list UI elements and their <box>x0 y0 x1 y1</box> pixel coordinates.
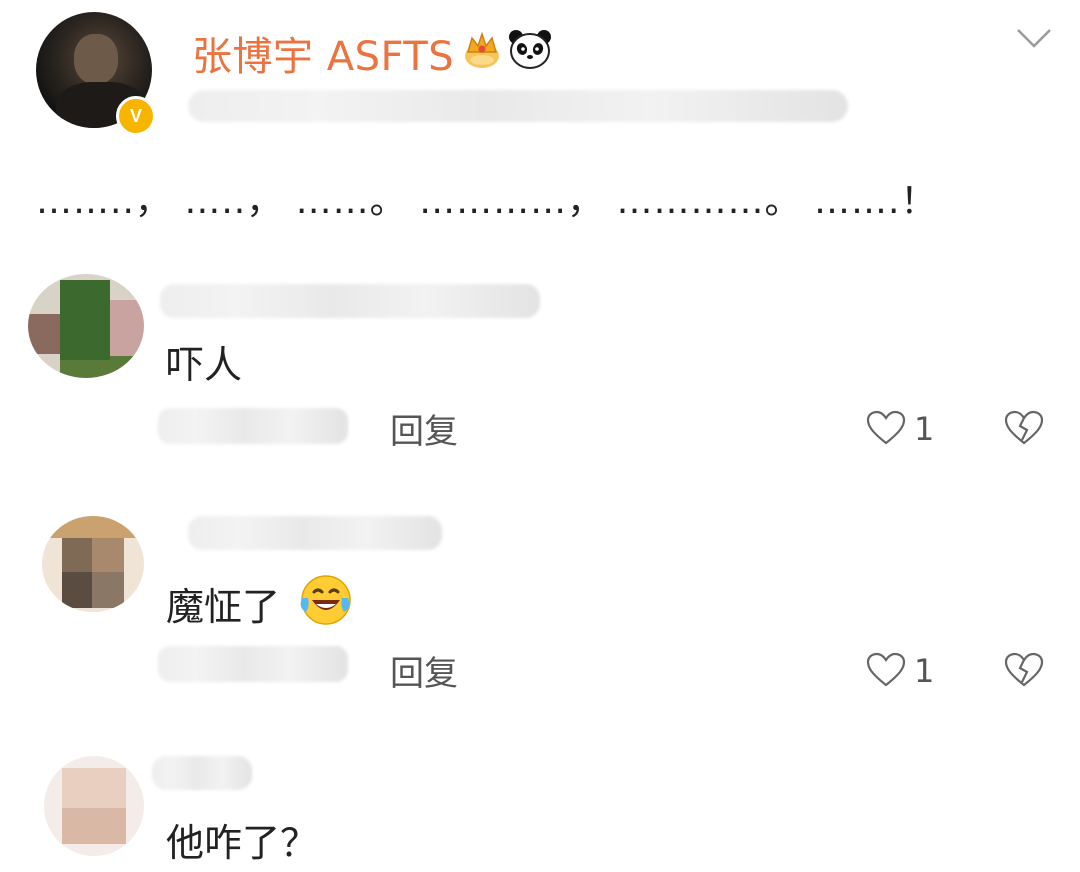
chevron-down-icon[interactable] <box>1014 26 1054 50</box>
verified-badge-icon: V <box>116 96 156 136</box>
reply-button[interactable]: 回复 <box>390 404 458 453</box>
crown-icon <box>465 31 499 68</box>
commenter-avatar[interactable] <box>28 274 144 378</box>
commenter-name-blurred[interactable] <box>188 516 442 550</box>
comment-text: 他咋了？ <box>166 821 319 865</box>
commenter-name-blurred[interactable] <box>152 756 252 790</box>
like-heart-icon[interactable] <box>866 652 906 688</box>
author-name[interactable]: 张博宇 ASFTS <box>192 24 454 82</box>
comment-text: 魔怔了 <box>166 585 281 629</box>
comment-text: 吓人 <box>166 343 243 387</box>
commenter-name-blurred[interactable] <box>160 284 540 318</box>
broken-heart-icon[interactable] <box>1004 652 1044 688</box>
panda-icon <box>509 30 551 69</box>
like-count: 1 <box>914 652 935 690</box>
comment-time-blurred <box>158 646 348 682</box>
avatar-face <box>74 34 118 84</box>
post-body: ……..， …..， ……。 …………， …………。 …….！ <box>36 181 938 222</box>
comment-time-blurred <box>158 408 348 444</box>
broken-heart-icon[interactable] <box>1004 410 1044 446</box>
laughing-crying-emoji-icon <box>300 575 351 625</box>
post-meta-blurred <box>188 90 848 122</box>
reply-button[interactable]: 回复 <box>390 646 458 695</box>
like-heart-icon[interactable] <box>866 410 906 446</box>
commenter-avatar[interactable] <box>44 756 144 856</box>
commenter-avatar[interactable] <box>42 516 144 612</box>
like-count: 1 <box>914 410 935 448</box>
